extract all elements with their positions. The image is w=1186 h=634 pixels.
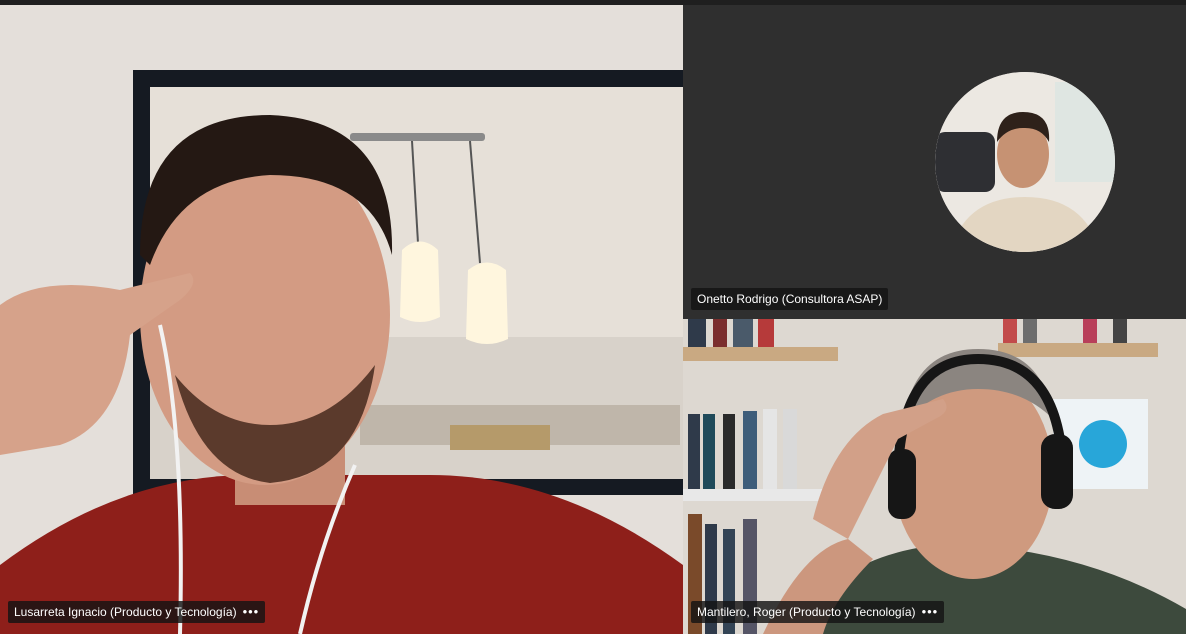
participant-name-label: Lusarreta Ignacio (Producto y Tecnología… xyxy=(14,605,237,619)
participant-name-label: Mantilero, Roger (Producto y Tecnología) xyxy=(697,605,916,619)
participant-video-tile-main[interactable]: Lusarreta Ignacio (Producto y Tecnología… xyxy=(0,5,683,634)
more-options-icon[interactable]: ••• xyxy=(922,601,939,623)
participant-video-main xyxy=(0,5,683,634)
participant-name-tag: Onetto Rodrigo (Consultora ASAP) xyxy=(691,288,889,310)
more-options-icon[interactable]: ••• xyxy=(243,601,260,623)
participant-video-tile-avatar[interactable]: Onetto Rodrigo (Consultora ASAP) xyxy=(683,5,1186,319)
avatar xyxy=(935,72,1115,252)
participant-name-label: Onetto Rodrigo (Consultora ASAP) xyxy=(697,292,883,306)
participant-name-tag: Lusarreta Ignacio (Producto y Tecnología… xyxy=(8,601,266,623)
participant-video-bottom xyxy=(683,319,1186,634)
participant-name-tag: Mantilero, Roger (Producto y Tecnología)… xyxy=(691,601,945,623)
participant-video-tile-bottom[interactable]: Mantilero, Roger (Producto y Tecnología)… xyxy=(683,319,1186,634)
